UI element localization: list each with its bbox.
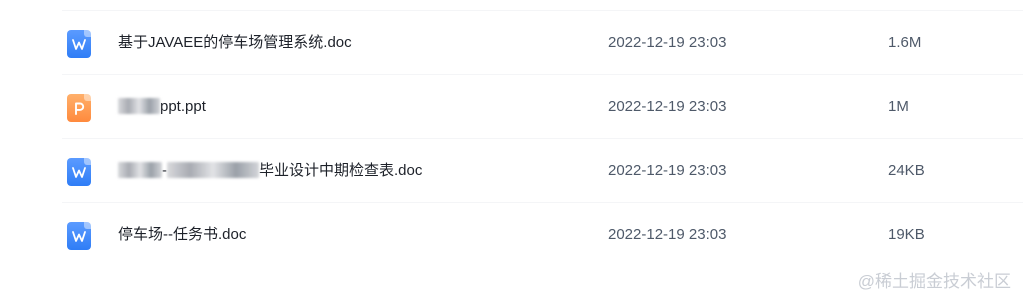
file-row[interactable]: 基于JAVAEE的停车场管理系统.doc 2022-12-19 23:03 1.… <box>0 11 1023 75</box>
redacted-text-blur <box>118 97 160 114</box>
file-name-text: 停车场--任务书.doc <box>118 226 247 243</box>
word-doc-icon <box>67 30 91 58</box>
word-doc-icon <box>67 222 91 250</box>
word-doc-icon <box>67 158 91 186</box>
file-name[interactable]: - 毕业设计中期检查表.doc <box>118 161 422 181</box>
file-modified-date: 2022-12-19 23:03 <box>608 98 727 115</box>
file-row[interactable]: 停车场--任务书.doc 2022-12-19 23:03 19KB <box>0 203 1023 267</box>
file-name-text: 毕业设计中期检查表.doc <box>259 162 423 179</box>
file-modified-date: 2022-12-19 23:03 <box>608 226 727 243</box>
redacted-text-blur <box>167 161 259 178</box>
file-row[interactable]: - 毕业设计中期检查表.doc 2022-12-19 23:03 24KB <box>0 139 1023 203</box>
redacted-text-blur <box>118 161 162 178</box>
file-modified-date: 2022-12-19 23:03 <box>608 34 727 51</box>
file-name[interactable]: ppt.ppt <box>118 97 206 117</box>
file-list: 基于JAVAEE的停车场管理系统.doc 2022-12-19 23:03 1.… <box>0 11 1023 267</box>
file-size: 1M <box>888 98 909 115</box>
file-name[interactable]: 基于JAVAEE的停车场管理系统.doc <box>118 33 352 53</box>
file-size: 1.6M <box>888 34 922 51</box>
file-size: 19KB <box>888 226 925 243</box>
file-list-page: 基于JAVAEE的停车场管理系统.doc 2022-12-19 23:03 1.… <box>0 0 1023 302</box>
file-modified-date: 2022-12-19 23:03 <box>608 162 727 179</box>
file-name[interactable]: 停车场--任务书.doc <box>118 225 246 245</box>
powerpoint-icon <box>67 94 91 122</box>
file-name-text: ppt.ppt <box>160 98 206 115</box>
watermark: @稀土掘金技术社区 <box>857 272 1011 291</box>
file-size: 24KB <box>888 162 925 179</box>
file-name-text: 基于JAVAEE的停车场管理系统.doc <box>118 34 352 51</box>
file-row[interactable]: ppt.ppt 2022-12-19 23:03 1M <box>0 75 1023 139</box>
